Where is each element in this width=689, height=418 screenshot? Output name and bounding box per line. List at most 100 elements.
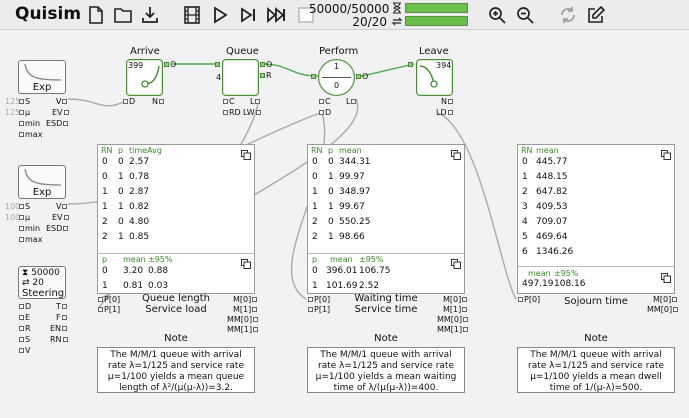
panel3-port-m0[interactable]: M[0] [653, 295, 678, 304]
step-icon[interactable] [238, 5, 258, 25]
arrive-count: 399 [128, 61, 144, 70]
exp2-port-v[interactable]: V [56, 202, 68, 211]
panel3-port-p0[interactable]: P[0] [517, 295, 540, 304]
panel1-port-mm0[interactable]: MM[0] [227, 315, 259, 324]
exp2-port-mu[interactable]: μ [18, 213, 30, 222]
exp2-port-max[interactable]: max [18, 235, 42, 244]
perform-port-in[interactable] [310, 72, 317, 81]
exp1-port-min[interactable]: min [18, 119, 40, 128]
zoom-in-icon[interactable] [487, 5, 507, 25]
panel1-port-p0[interactable]: P[0] [97, 295, 120, 304]
arrive-port-n[interactable]: N [152, 97, 165, 106]
exp1-port-mu[interactable]: μ [18, 108, 30, 117]
exp2-port-s[interactable]: S [18, 202, 30, 211]
panel2-port-p1[interactable]: P[1] [307, 305, 330, 314]
panel3-cell: 448.15 [536, 172, 568, 182]
note1-text: The M/M/1 queue with arrival rate λ=1/12… [97, 347, 255, 393]
panel1-port-m0[interactable]: M[0] [233, 295, 258, 304]
play-icon[interactable] [210, 5, 230, 25]
model-canvas[interactable]: Arrive 399 O D N Queue 4 O R C L RD LW P… [0, 31, 689, 418]
panel3-cell: 409.53 [536, 202, 568, 212]
exp2-port-ev[interactable]: EV [52, 213, 70, 222]
steering-port-e[interactable]: E [18, 313, 30, 322]
panel1-header-rn: RN [101, 146, 113, 155]
zoom-out-icon[interactable] [515, 5, 535, 25]
timer-icon [391, 2, 403, 14]
new-file-icon[interactable] [86, 5, 106, 25]
panel3-sum-header-ci: ±95% [554, 269, 579, 278]
exp1-port-s[interactable]: S [18, 97, 30, 106]
perform-port-c[interactable]: C [318, 97, 331, 106]
exp1-port-ev[interactable]: EV [52, 108, 70, 117]
steering-port-d[interactable]: D [18, 302, 31, 311]
panel1-port-p1[interactable]: P[1] [97, 305, 120, 314]
exp1-port-v[interactable]: V [56, 97, 68, 106]
steering-port-r[interactable]: R [18, 324, 31, 333]
app-title: Quisim [15, 4, 82, 24]
panel1-cell: 2 [102, 232, 108, 242]
panel1-header-p: p [118, 146, 124, 155]
panel2-sum-cell: 2.52 [359, 281, 380, 291]
exp2-port-esd[interactable]: ESD [46, 224, 69, 233]
queue-port-rd[interactable]: RD [222, 108, 241, 117]
fast-forward-icon[interactable] [266, 5, 286, 25]
leave-port-ld[interactable]: LD [436, 108, 454, 117]
panel2-port-m1[interactable]: M[1] [443, 305, 468, 314]
perform-port-o[interactable]: O [355, 72, 368, 81]
panel3-cell: 1346.26 [536, 247, 574, 257]
queue-port-r[interactable]: R [259, 71, 272, 80]
steering-port-v[interactable]: V [18, 346, 30, 355]
panel2-cell: 1 [312, 202, 318, 212]
panel1-header-timeavg: timeAvg [129, 146, 162, 155]
panel3-port-mm0[interactable]: MM[0] [647, 305, 679, 314]
panel2-header-rn: RN [311, 146, 323, 155]
perform-port-l[interactable]: L [346, 97, 357, 106]
perform-port-d[interactable]: D [318, 108, 331, 117]
refresh-icon[interactable] [558, 5, 578, 25]
leave-port-n[interactable]: N [441, 97, 454, 106]
leave-port-in[interactable] [407, 60, 414, 69]
panel1-sum-header-ci: ±95% [148, 255, 173, 264]
panel1-sum-cell: 3.20 [123, 266, 144, 276]
steering-port-t[interactable]: T [56, 302, 68, 311]
arrive-port-d[interactable]: D [122, 97, 135, 106]
panel2-cell: 2 [312, 217, 318, 227]
panel1-port-m1[interactable]: M[1] [233, 305, 258, 314]
stats-panel-3[interactable]: RN mean 0 445.77 1 448.15 2 647.82 3 409.53 4 709… [517, 144, 675, 294]
steering-port-rn[interactable]: RN [50, 335, 69, 344]
queue-port-c[interactable]: C [222, 97, 235, 106]
panel2-port-p0[interactable]: P[0] [307, 295, 330, 304]
panel1-cell: 1 [102, 187, 108, 197]
queue-port-in[interactable] [214, 60, 221, 69]
copy-icon[interactable] [661, 273, 671, 283]
copy-icon[interactable] [241, 259, 251, 269]
edit-icon[interactable] [586, 5, 606, 25]
panel2-sum-header-ci: ±95% [359, 255, 384, 264]
stats-panel-2[interactable]: RN p mean 0 0 344.31 0 1 99.97 1 0 348.97 1 1 99.67… [307, 144, 465, 294]
panel3-cell: 6 [522, 247, 528, 257]
copy-icon[interactable] [661, 150, 671, 160]
exp1-port-esd[interactable]: ESD [46, 119, 69, 128]
film-icon[interactable] [182, 5, 202, 25]
copy-icon[interactable] [241, 150, 251, 160]
arrive-port-out[interactable]: O [163, 60, 176, 69]
download-icon[interactable] [140, 5, 160, 25]
queue-block[interactable] [222, 59, 259, 96]
panel1-cell: 4.80 [129, 217, 150, 227]
stats-panel-1[interactable]: RN p timeAvg 0 0 2.57 0 1 0.78 1 0 2.87 1 1 0.82 2 0 4… [97, 144, 255, 294]
panel2-cell: 1 [328, 202, 334, 212]
copy-icon[interactable] [451, 259, 461, 269]
queue-port-o[interactable]: O [259, 60, 272, 69]
steering-port-f[interactable]: F [56, 313, 68, 322]
copy-icon[interactable] [451, 150, 461, 160]
panel2-port-m0[interactable]: M[0] [443, 295, 468, 304]
exp1-port-max[interactable]: max [18, 130, 42, 139]
exp-curve-icon [24, 63, 62, 81]
steering-port-en[interactable]: EN [50, 324, 68, 333]
panel2-port-mm0[interactable]: MM[0] [437, 315, 469, 324]
queue-port-lw[interactable]: LW [243, 108, 262, 117]
exp2-port-min[interactable]: min [18, 224, 40, 233]
open-folder-icon[interactable] [113, 5, 133, 25]
queue-port-l[interactable]: L [250, 97, 261, 106]
steering-port-s[interactable]: S [18, 335, 30, 344]
